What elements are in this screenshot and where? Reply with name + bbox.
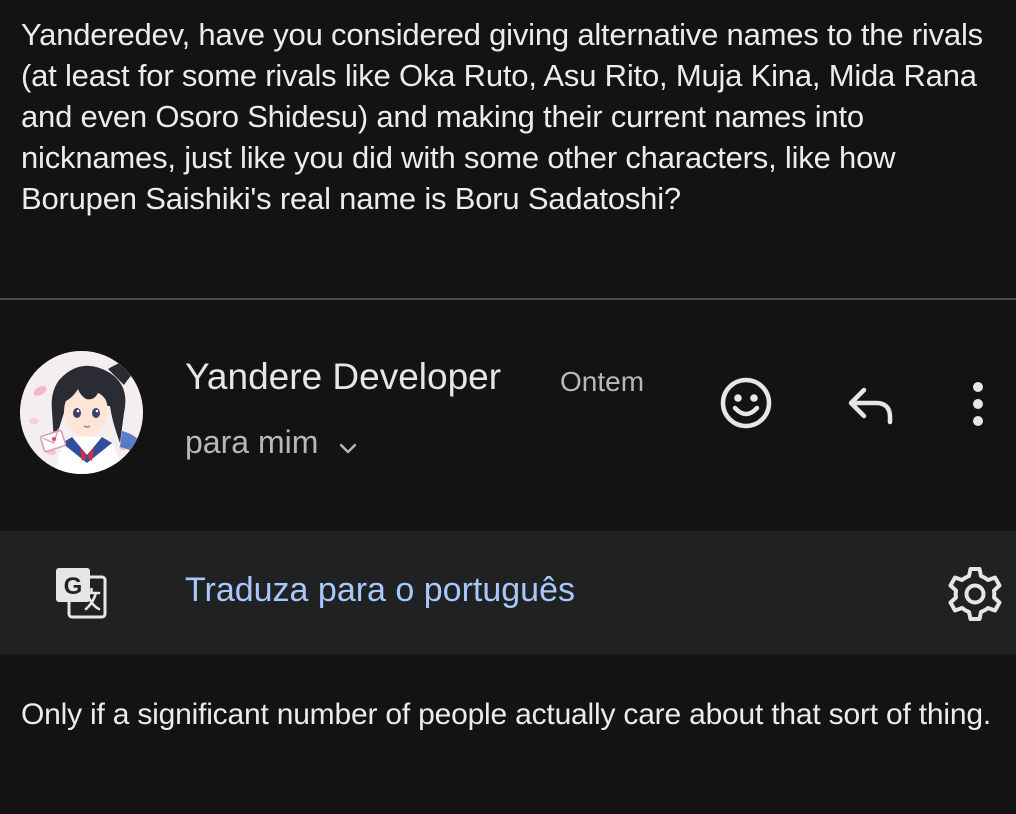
chevron-down-icon — [336, 431, 360, 455]
smiley-icon — [720, 377, 772, 429]
quoted-message-text: Yanderedev, have you considered giving a… — [21, 17, 983, 216]
more-options-button[interactable] — [958, 378, 998, 430]
message-body: Only if a significant number of people a… — [21, 698, 991, 731]
reply-button[interactable] — [840, 378, 900, 430]
anime-girl-avatar-icon — [20, 351, 143, 474]
divider — [0, 298, 1016, 300]
google-translate-icon: G — [53, 565, 109, 621]
translate-settings-button[interactable] — [946, 565, 1004, 623]
translate-link[interactable]: Traduza para o português — [185, 571, 575, 610]
vertical-dots-icon — [973, 382, 983, 426]
recipient-label: para mim — [185, 424, 319, 460]
sender-name: Yandere Developer — [185, 356, 502, 397]
emoji-reaction-button[interactable] — [716, 373, 776, 433]
gear-icon — [948, 567, 1002, 621]
recipient-toggle[interactable]: para mim — [185, 424, 360, 461]
message-time: Ontem — [560, 366, 645, 397]
svg-text:G: G — [64, 573, 83, 600]
reply-arrow-icon — [848, 387, 893, 425]
sender-avatar[interactable] — [20, 351, 143, 474]
translate-bar: G Traduza para o português — [0, 531, 1016, 654]
